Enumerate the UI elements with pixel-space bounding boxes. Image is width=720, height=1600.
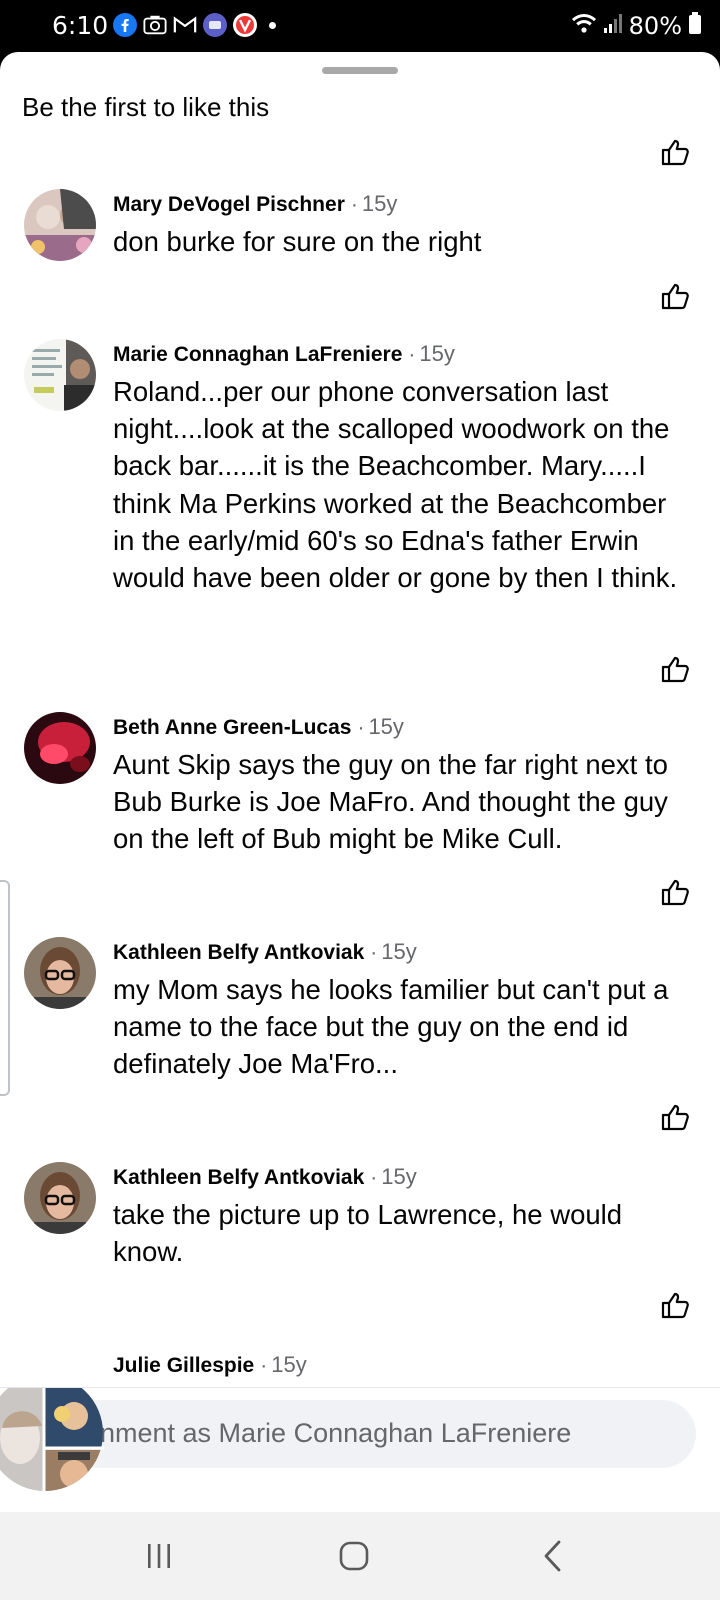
comment-time[interactable]: 15y [419, 341, 454, 366]
app-icon [203, 13, 227, 37]
comment-header: Julie Gillespie · 15y [113, 1352, 307, 1378]
comment-time[interactable]: 15y [381, 1164, 416, 1189]
avatar[interactable] [24, 937, 96, 1009]
dot-icon [269, 21, 276, 29]
like-icon[interactable] [660, 1290, 690, 1325]
profile-avatar-stack[interactable] [0, 1375, 110, 1508]
system-navigation-bar [0, 1512, 720, 1600]
comment-time[interactable]: 15y [381, 939, 416, 964]
system-status: 80% [571, 11, 702, 41]
signal-icon [603, 12, 623, 40]
separator-dot: · [260, 1354, 268, 1377]
like-icon[interactable] [660, 1102, 690, 1137]
status-time: 6:10 [52, 11, 109, 40]
comment-composer: nment as Marie Connaghan LaFreniere [0, 1375, 720, 1512]
avatar[interactable] [24, 189, 96, 261]
home-icon[interactable] [329, 1536, 379, 1576]
comment-header: Beth Anne Green-Lucas · 15y [113, 714, 404, 740]
scroll-edge-indicator [0, 880, 10, 1096]
like-icon[interactable] [660, 137, 690, 172]
comment-header: Mary DeVogel Pischner · 15y [113, 191, 397, 217]
comment-text: Roland...per our phone conversation last… [113, 376, 678, 594]
battery-icon [688, 11, 702, 41]
drag-handle[interactable] [322, 67, 398, 74]
like-icon[interactable] [660, 877, 690, 912]
wifi-icon [571, 12, 597, 40]
comment-header: Kathleen Belfy Antkoviak · 15y [113, 939, 417, 965]
separator-dot: · [357, 716, 365, 739]
notification-icons [113, 13, 276, 37]
separator-dot: · [408, 343, 416, 366]
comment-time[interactable]: 15y [271, 1352, 306, 1377]
facebook-icon [113, 13, 137, 37]
camera-icon [143, 13, 167, 37]
separator-dot: · [370, 941, 378, 964]
comment-input[interactable]: nment as Marie Connaghan LaFreniere [60, 1400, 696, 1468]
comment-time[interactable]: 15y [362, 191, 397, 216]
comment-text: Aunt Skip says the guy on the far right … [113, 749, 668, 855]
separator-dot: · [350, 193, 358, 216]
comment-header: Marie Connaghan LaFreniere · 15y [113, 341, 455, 367]
status-bar: 6:10 80% [0, 0, 720, 50]
comment-text: my Mom says he looks familier but can't … [113, 974, 669, 1080]
comment-time[interactable]: 15y [368, 714, 403, 739]
avatar[interactable] [24, 339, 96, 411]
recents-icon[interactable] [134, 1536, 184, 1576]
comment-input-placeholder: nment as Marie Connaghan LaFreniere [100, 1418, 572, 1448]
like-icon[interactable] [660, 654, 690, 689]
gmail-icon [173, 13, 197, 37]
reactions-summary[interactable]: Be the first to like this [22, 92, 269, 123]
comment-text: don burke for sure on the right [113, 226, 482, 257]
comment-author[interactable]: Kathleen Belfy Antkoviak [113, 941, 364, 964]
vivaldi-icon [233, 13, 257, 37]
avatar[interactable] [24, 1162, 96, 1234]
like-icon[interactable] [660, 281, 690, 316]
battery-percent: 80% [628, 12, 682, 40]
comment-author[interactable]: Beth Anne Green-Lucas [113, 716, 351, 739]
comment-author[interactable]: Julie Gillespie [113, 1354, 254, 1377]
comment-author[interactable]: Kathleen Belfy Antkoviak [113, 1166, 364, 1189]
comment-header: Kathleen Belfy Antkoviak · 15y [113, 1164, 417, 1190]
comments-sheet: Be the first to like this Mary DeVogel P… [0, 52, 720, 1512]
comment-author[interactable]: Mary DeVogel Pischner [113, 193, 345, 216]
comment-text: take the picture up to Lawrence, he woul… [113, 1199, 623, 1268]
back-icon[interactable] [528, 1536, 578, 1576]
avatar[interactable] [24, 712, 96, 784]
separator-dot: · [370, 1166, 378, 1189]
comment-author[interactable]: Marie Connaghan LaFreniere [113, 343, 402, 366]
